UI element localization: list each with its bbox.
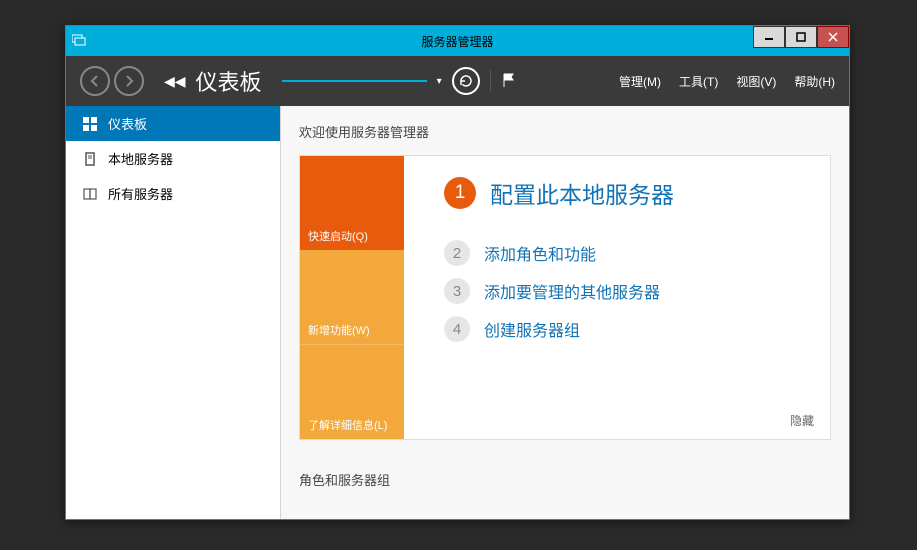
step-add-roles[interactable]: 2 添加角色和功能 bbox=[444, 240, 812, 266]
step-label: 配置此本地服务器 bbox=[490, 176, 674, 210]
section-roles-heading: 角色和服务器组 bbox=[299, 470, 831, 489]
menu-view[interactable]: 视图(V) bbox=[736, 73, 776, 90]
step-create-group[interactable]: 4 创建服务器组 bbox=[444, 316, 812, 342]
forward-button[interactable] bbox=[114, 66, 144, 96]
refresh-icon[interactable] bbox=[452, 67, 480, 95]
tile-content: 1 配置此本地服务器 2 添加角色和功能 3 添加要管理的其他服务器 4 创建服… bbox=[404, 156, 830, 439]
step-label: 创建服务器组 bbox=[484, 317, 580, 341]
toolbar: ◀◀ 仪表板 ▾ 管理(M) 工具(T) 视图(V) 帮助(H) bbox=[66, 56, 849, 106]
step-number: 3 bbox=[444, 278, 470, 304]
menu-bar: 管理(M) 工具(T) 视图(V) 帮助(H) bbox=[619, 73, 835, 90]
step-label: 添加角色和功能 bbox=[484, 241, 596, 265]
welcome-heading: 欢迎使用服务器管理器 bbox=[299, 122, 831, 141]
sidebar-item-all-servers[interactable]: 所有服务器 bbox=[66, 176, 280, 211]
tab-label: 快速启动(Q) bbox=[308, 228, 368, 244]
dropdown-icon[interactable]: ▾ bbox=[437, 76, 442, 87]
separator bbox=[490, 70, 491, 92]
flag-icon[interactable] bbox=[501, 72, 517, 91]
hide-link[interactable]: 隐藏 bbox=[790, 412, 814, 429]
tab-learnmore[interactable]: 了解详细信息(L) bbox=[300, 344, 404, 439]
sidebar-item-local-server[interactable]: 本地服务器 bbox=[66, 141, 280, 176]
nav-arrows bbox=[80, 66, 144, 96]
window: 服务器管理器 ◀◀ 仪表板 ▾ 管理(M) 工具(T) 视图(V) 帮助(H) bbox=[65, 25, 850, 520]
breadcrumb-underline bbox=[282, 80, 427, 82]
step-number: 1 bbox=[444, 177, 476, 209]
tile-tabs: 快速启动(Q) 新增功能(W) 了解详细信息(L) bbox=[300, 156, 404, 439]
tab-label: 了解详细信息(L) bbox=[308, 417, 387, 433]
titlebar: 服务器管理器 bbox=[66, 26, 849, 56]
minimize-button[interactable] bbox=[753, 26, 785, 48]
sidebar-item-label: 本地服务器 bbox=[108, 149, 173, 168]
step-add-servers[interactable]: 3 添加要管理的其他服务器 bbox=[444, 278, 812, 304]
step-number: 2 bbox=[444, 240, 470, 266]
sidebar-item-label: 仪表板 bbox=[108, 114, 147, 133]
menu-help[interactable]: 帮助(H) bbox=[794, 73, 835, 90]
step-label: 添加要管理的其他服务器 bbox=[484, 279, 660, 303]
toolbar-icons bbox=[452, 67, 517, 95]
step-number: 4 bbox=[444, 316, 470, 342]
tab-label: 新增功能(W) bbox=[308, 322, 370, 338]
sidebar-item-label: 所有服务器 bbox=[108, 184, 173, 203]
server-icon bbox=[82, 151, 98, 167]
sidebar: 仪表板 本地服务器 所有服务器 bbox=[66, 106, 281, 519]
dashboard-icon bbox=[82, 116, 98, 132]
tab-quickstart[interactable]: 快速启动(Q) bbox=[300, 156, 404, 250]
bullet-icon: ◀◀ bbox=[164, 73, 186, 90]
servers-icon bbox=[82, 186, 98, 202]
window-controls bbox=[753, 26, 849, 48]
breadcrumb-title: 仪表板 bbox=[196, 65, 262, 97]
menu-tools[interactable]: 工具(T) bbox=[679, 73, 718, 90]
main-content: 欢迎使用服务器管理器 快速启动(Q) 新增功能(W) 了解详细信息(L) 1 配… bbox=[281, 106, 849, 519]
close-button[interactable] bbox=[817, 26, 849, 48]
sidebar-item-dashboard[interactable]: 仪表板 bbox=[66, 106, 280, 141]
body: 仪表板 本地服务器 所有服务器 欢迎使用服务器管理器 快速启动(Q) 新增功能(… bbox=[66, 106, 849, 519]
menu-manage[interactable]: 管理(M) bbox=[619, 73, 661, 90]
app-icon bbox=[66, 34, 92, 49]
tab-whatsnew[interactable]: 新增功能(W) bbox=[300, 250, 404, 344]
step-configure-local[interactable]: 1 配置此本地服务器 bbox=[444, 176, 812, 210]
maximize-button[interactable] bbox=[785, 26, 817, 48]
breadcrumb: ◀◀ 仪表板 ▾ bbox=[164, 65, 442, 97]
quickstart-tile: 快速启动(Q) 新增功能(W) 了解详细信息(L) 1 配置此本地服务器 2 添… bbox=[299, 155, 831, 440]
window-title: 服务器管理器 bbox=[421, 33, 493, 50]
back-button[interactable] bbox=[80, 66, 110, 96]
